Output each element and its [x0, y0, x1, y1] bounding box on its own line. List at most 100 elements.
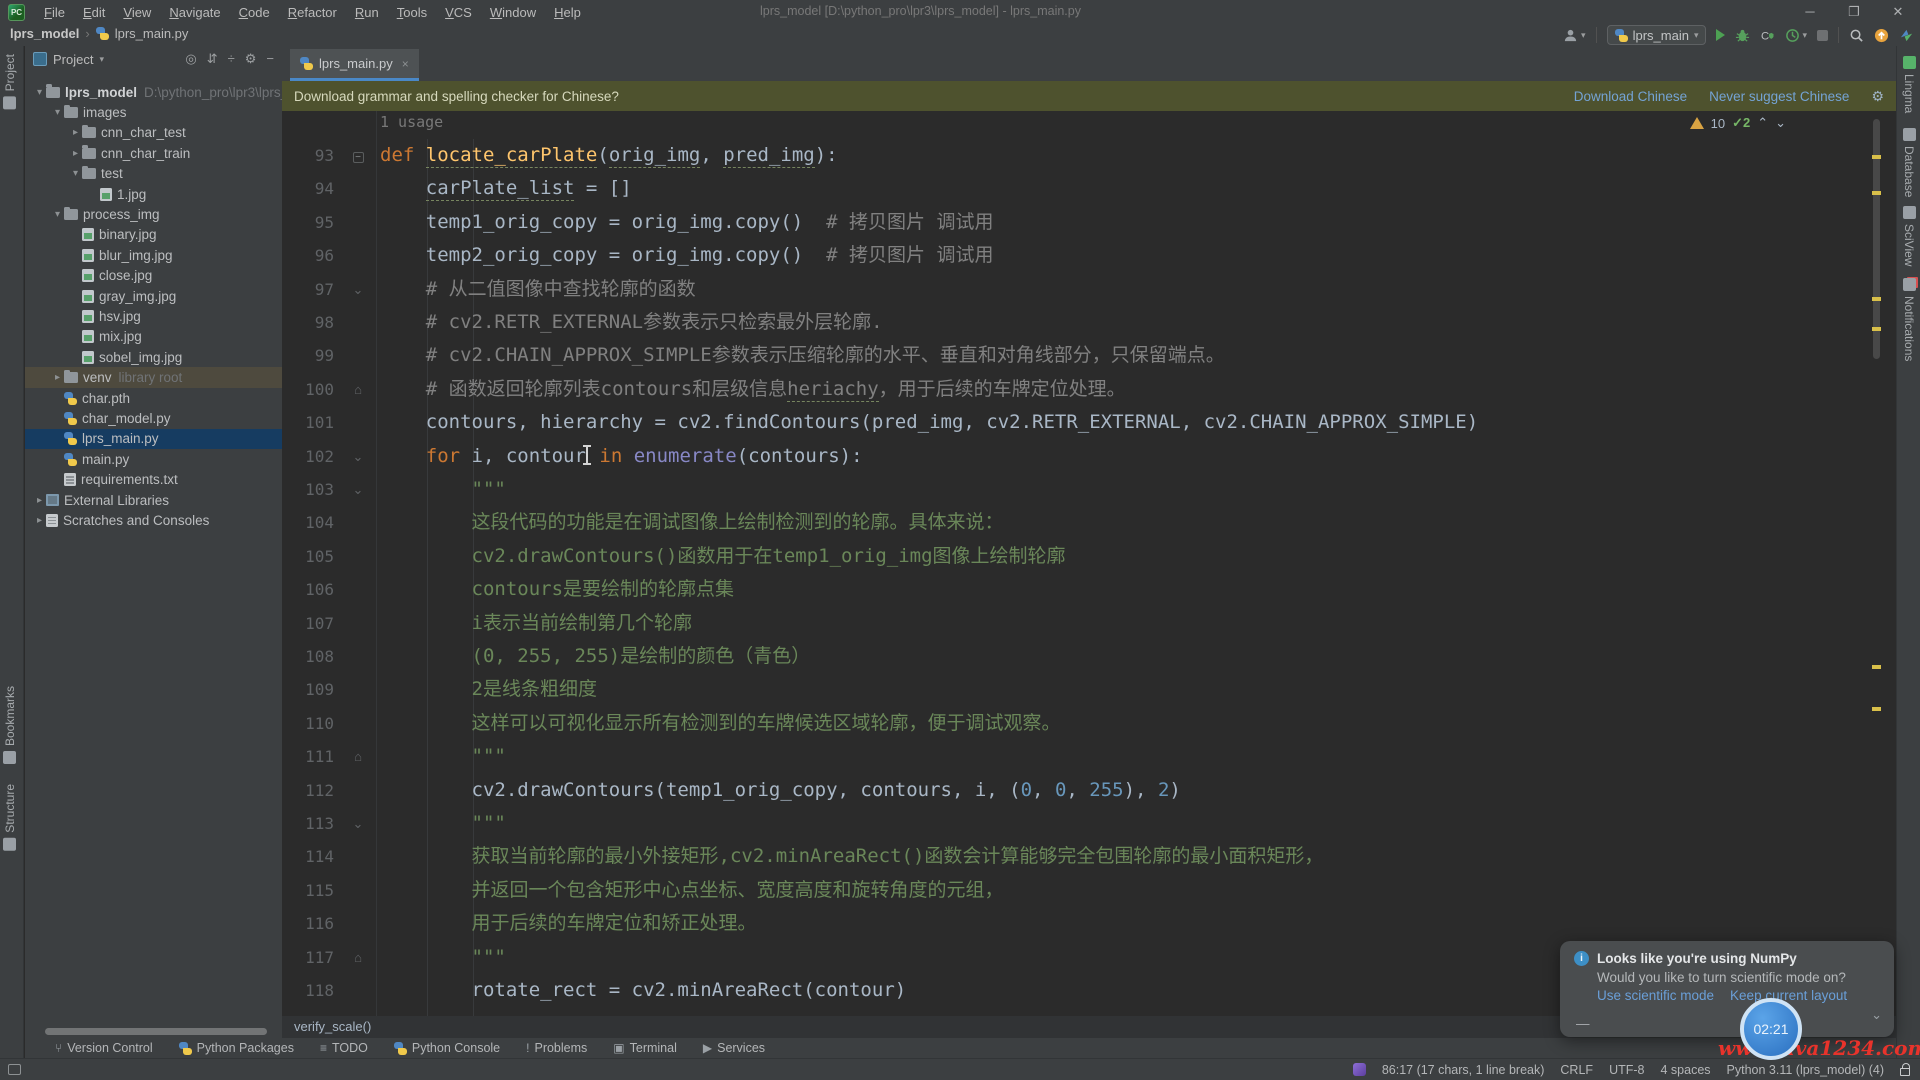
- maximize-button[interactable]: ❐: [1832, 0, 1876, 24]
- menu-edit[interactable]: Edit: [74, 2, 114, 23]
- breadcrumb-project[interactable]: lprs_model: [10, 26, 79, 41]
- tree-item-lprs-main-py[interactable]: lprs_main.py: [25, 429, 282, 449]
- tool-stripe-structure[interactable]: Structure: [3, 784, 17, 851]
- horizontal-scrollbar[interactable]: [45, 1028, 267, 1035]
- tree-item-main-py[interactable]: main.py: [25, 449, 282, 469]
- toolwindow-todo[interactable]: ≡TODO: [320, 1041, 368, 1055]
- tree-item-hsv-jpg[interactable]: hsv.jpg: [25, 306, 282, 326]
- code-line-97[interactable]: # 从二值图像中查找轮廓的函数: [380, 273, 696, 306]
- tree-item-scratches-and-consoles[interactable]: ▸Scratches and Consoles: [25, 510, 282, 530]
- tab-close-icon[interactable]: ×: [402, 57, 409, 71]
- banner-action-never[interactable]: Never suggest Chinese: [1709, 89, 1849, 104]
- code-line-110[interactable]: 这样可以可视化显示所有检测到的车牌候选区域轮廓，便于调试观察。: [380, 707, 1061, 740]
- code-line-117[interactable]: """: [380, 941, 506, 974]
- code-line-114[interactable]: 获取当前轮廓的最小外接矩形,cv2.minAreaRect()函数会计算能够完全…: [380, 840, 1323, 873]
- toolwindow-version-control[interactable]: ⑂Version Control: [55, 1041, 153, 1055]
- menu-vcs[interactable]: VCS: [436, 2, 481, 23]
- tool-stripe-lingma[interactable]: Lingma: [1902, 56, 1916, 113]
- line-ending[interactable]: CRLF: [1560, 1063, 1593, 1077]
- tool-stripe-database[interactable]: Database: [1902, 128, 1916, 197]
- code-line-98[interactable]: # cv2.RETR_EXTERNAL参数表示只检索最外层轮廓.: [380, 306, 883, 339]
- menu-file[interactable]: File: [35, 2, 74, 23]
- tree-item-cnn-char-test[interactable]: ▸cnn_char_test: [25, 123, 282, 143]
- tree-item-close-jpg[interactable]: close.jpg: [25, 266, 282, 286]
- breadcrumb-file[interactable]: lprs_main.py: [115, 26, 189, 41]
- menu-window[interactable]: Window: [481, 2, 545, 23]
- tree-item-cnn-char-train[interactable]: ▸cnn_char_train: [25, 143, 282, 163]
- usage-hint[interactable]: 1 usage: [380, 113, 443, 131]
- tree-chevron-icon[interactable]: ▾: [51, 107, 64, 118]
- tree-item-mix-jpg[interactable]: mix.jpg: [25, 327, 282, 347]
- code-line-118[interactable]: rotate_rect = cv2.minAreaRect(contour): [380, 974, 906, 1007]
- breadcrumb[interactable]: lprs_model › lprs_main.py: [10, 26, 188, 41]
- tree-item-images[interactable]: ▾images: [25, 102, 282, 122]
- tree-item-requirements-txt[interactable]: requirements.txt: [25, 469, 282, 489]
- next-issue-button[interactable]: ⌄: [1775, 115, 1786, 131]
- tree-item-1-jpg[interactable]: 1.jpg: [25, 184, 282, 204]
- menu-run[interactable]: Run: [346, 2, 388, 23]
- fold-marker-icon[interactable]: −: [350, 139, 366, 172]
- stop-button[interactable]: [1817, 30, 1828, 41]
- menu-navigate[interactable]: Navigate: [160, 2, 229, 23]
- fold-marker-icon[interactable]: ⌄: [350, 473, 366, 506]
- tree-chevron-icon[interactable]: ▸: [33, 515, 46, 526]
- lock-icon[interactable]: [1900, 1068, 1910, 1076]
- minimize-button[interactable]: ─: [1788, 0, 1832, 24]
- project-header-icon-3[interactable]: ⚙: [245, 51, 257, 67]
- code-line-115[interactable]: 并返回一个包含矩形中心点坐标、宽度高度和旋转角度的元组，: [380, 874, 1004, 907]
- use-scientific-mode-link[interactable]: Use scientific mode: [1597, 988, 1714, 1003]
- code-line-104[interactable]: 这段代码的功能是在调试图像上绘制检测到的轮廓。具体来说：: [380, 506, 1004, 539]
- fold-marker-icon[interactable]: ⌂: [350, 941, 366, 974]
- tree-item-process-img[interactable]: ▾process_img: [25, 204, 282, 224]
- code-line-96[interactable]: temp2_orig_copy = orig_img.copy() # 拷贝图片…: [380, 239, 993, 272]
- menu-view[interactable]: View: [114, 2, 160, 23]
- code-editor[interactable]: 1 usage 93−def locate_carPlate(orig_img,…: [282, 111, 1896, 1016]
- tree-item-char-model-py[interactable]: char_model.py: [25, 408, 282, 428]
- prev-issue-button[interactable]: ⌃: [1757, 115, 1768, 131]
- menu-code[interactable]: Code: [230, 2, 279, 23]
- code-line-100[interactable]: # 函数返回轮廓列表contours和层级信息heriachy，用于后续的车牌定…: [380, 373, 1126, 406]
- code-line-99[interactable]: # cv2.CHAIN_APPROX_SIMPLE参数表示压缩轮廓的水平、垂直和…: [380, 339, 1225, 372]
- tree-item-sobel-img-jpg[interactable]: sobel_img.jpg: [25, 347, 282, 367]
- toolwindow-python-packages[interactable]: Python Packages: [179, 1041, 294, 1055]
- editor-scrollbar[interactable]: [1871, 115, 1882, 1012]
- fold-marker-icon[interactable]: ⌄: [350, 273, 366, 306]
- code-line-113[interactable]: """: [380, 807, 506, 840]
- inspections-widget[interactable]: 10 ✓2 ⌃ ⌄: [1690, 115, 1786, 131]
- tree-chevron-icon[interactable]: ▾: [51, 209, 64, 220]
- banner-action-download[interactable]: Download Chinese: [1574, 89, 1687, 104]
- tree-chevron-icon[interactable]: ▾: [69, 168, 82, 179]
- menu-tools[interactable]: Tools: [388, 2, 436, 23]
- code-line-109[interactable]: 2是线条粗细度: [380, 673, 597, 706]
- search-everywhere-button[interactable]: [1849, 28, 1864, 43]
- toolwindow-python-console[interactable]: Python Console: [394, 1041, 500, 1055]
- caret-position[interactable]: 86:17 (17 chars, 1 line break): [1382, 1063, 1545, 1077]
- update-available-icon[interactable]: [1874, 28, 1889, 43]
- project-header-icon-0[interactable]: ◎: [185, 51, 196, 67]
- toolwindow-problems[interactable]: !Problems: [526, 1041, 587, 1055]
- tree-item-binary-jpg[interactable]: binary.jpg: [25, 225, 282, 245]
- code-line-111[interactable]: """: [380, 740, 506, 773]
- code-line-101[interactable]: contours, hierarchy = cv2.findContours(p…: [380, 406, 1478, 439]
- code-line-103[interactable]: """: [380, 473, 506, 506]
- code-line-93[interactable]: def locate_carPlate(orig_img, pred_img):: [380, 139, 838, 172]
- code-line-107[interactable]: i表示当前绘制第几个轮廓: [380, 607, 692, 640]
- debug-button[interactable]: [1735, 28, 1750, 43]
- code-line-108[interactable]: (0, 255, 255)是绘制的颜色（青色）: [380, 640, 810, 673]
- menu-refactor[interactable]: Refactor: [279, 2, 346, 23]
- tree-item-external-libraries[interactable]: ▸External Libraries: [25, 490, 282, 510]
- project-panel-header[interactable]: Project ▾ ◎⇵÷⚙−: [25, 46, 282, 72]
- keep-current-layout-link[interactable]: Keep current layout: [1730, 988, 1847, 1003]
- coverage-button[interactable]: C: [1760, 28, 1775, 43]
- code-line-95[interactable]: temp1_orig_copy = orig_img.copy() # 拷贝图片…: [380, 206, 993, 239]
- tree-item-test[interactable]: ▾test: [25, 164, 282, 184]
- fold-marker-icon[interactable]: ⌂: [350, 373, 366, 406]
- code-line-105[interactable]: cv2.drawContours()函数用于在temp1_orig_img图像上…: [380, 540, 1066, 573]
- code-line-116[interactable]: 用于后续的车牌定位和矫正处理。: [380, 907, 757, 940]
- tree-chevron-icon[interactable]: ▸: [69, 127, 82, 138]
- close-button[interactable]: ✕: [1876, 0, 1920, 24]
- tree-item-char-pth[interactable]: char.pth: [25, 388, 282, 408]
- tree-chevron-icon[interactable]: ▾: [33, 87, 46, 98]
- tool-stripe-notifications[interactable]: Notifications: [1902, 278, 1916, 361]
- fold-marker-icon[interactable]: ⌂: [350, 740, 366, 773]
